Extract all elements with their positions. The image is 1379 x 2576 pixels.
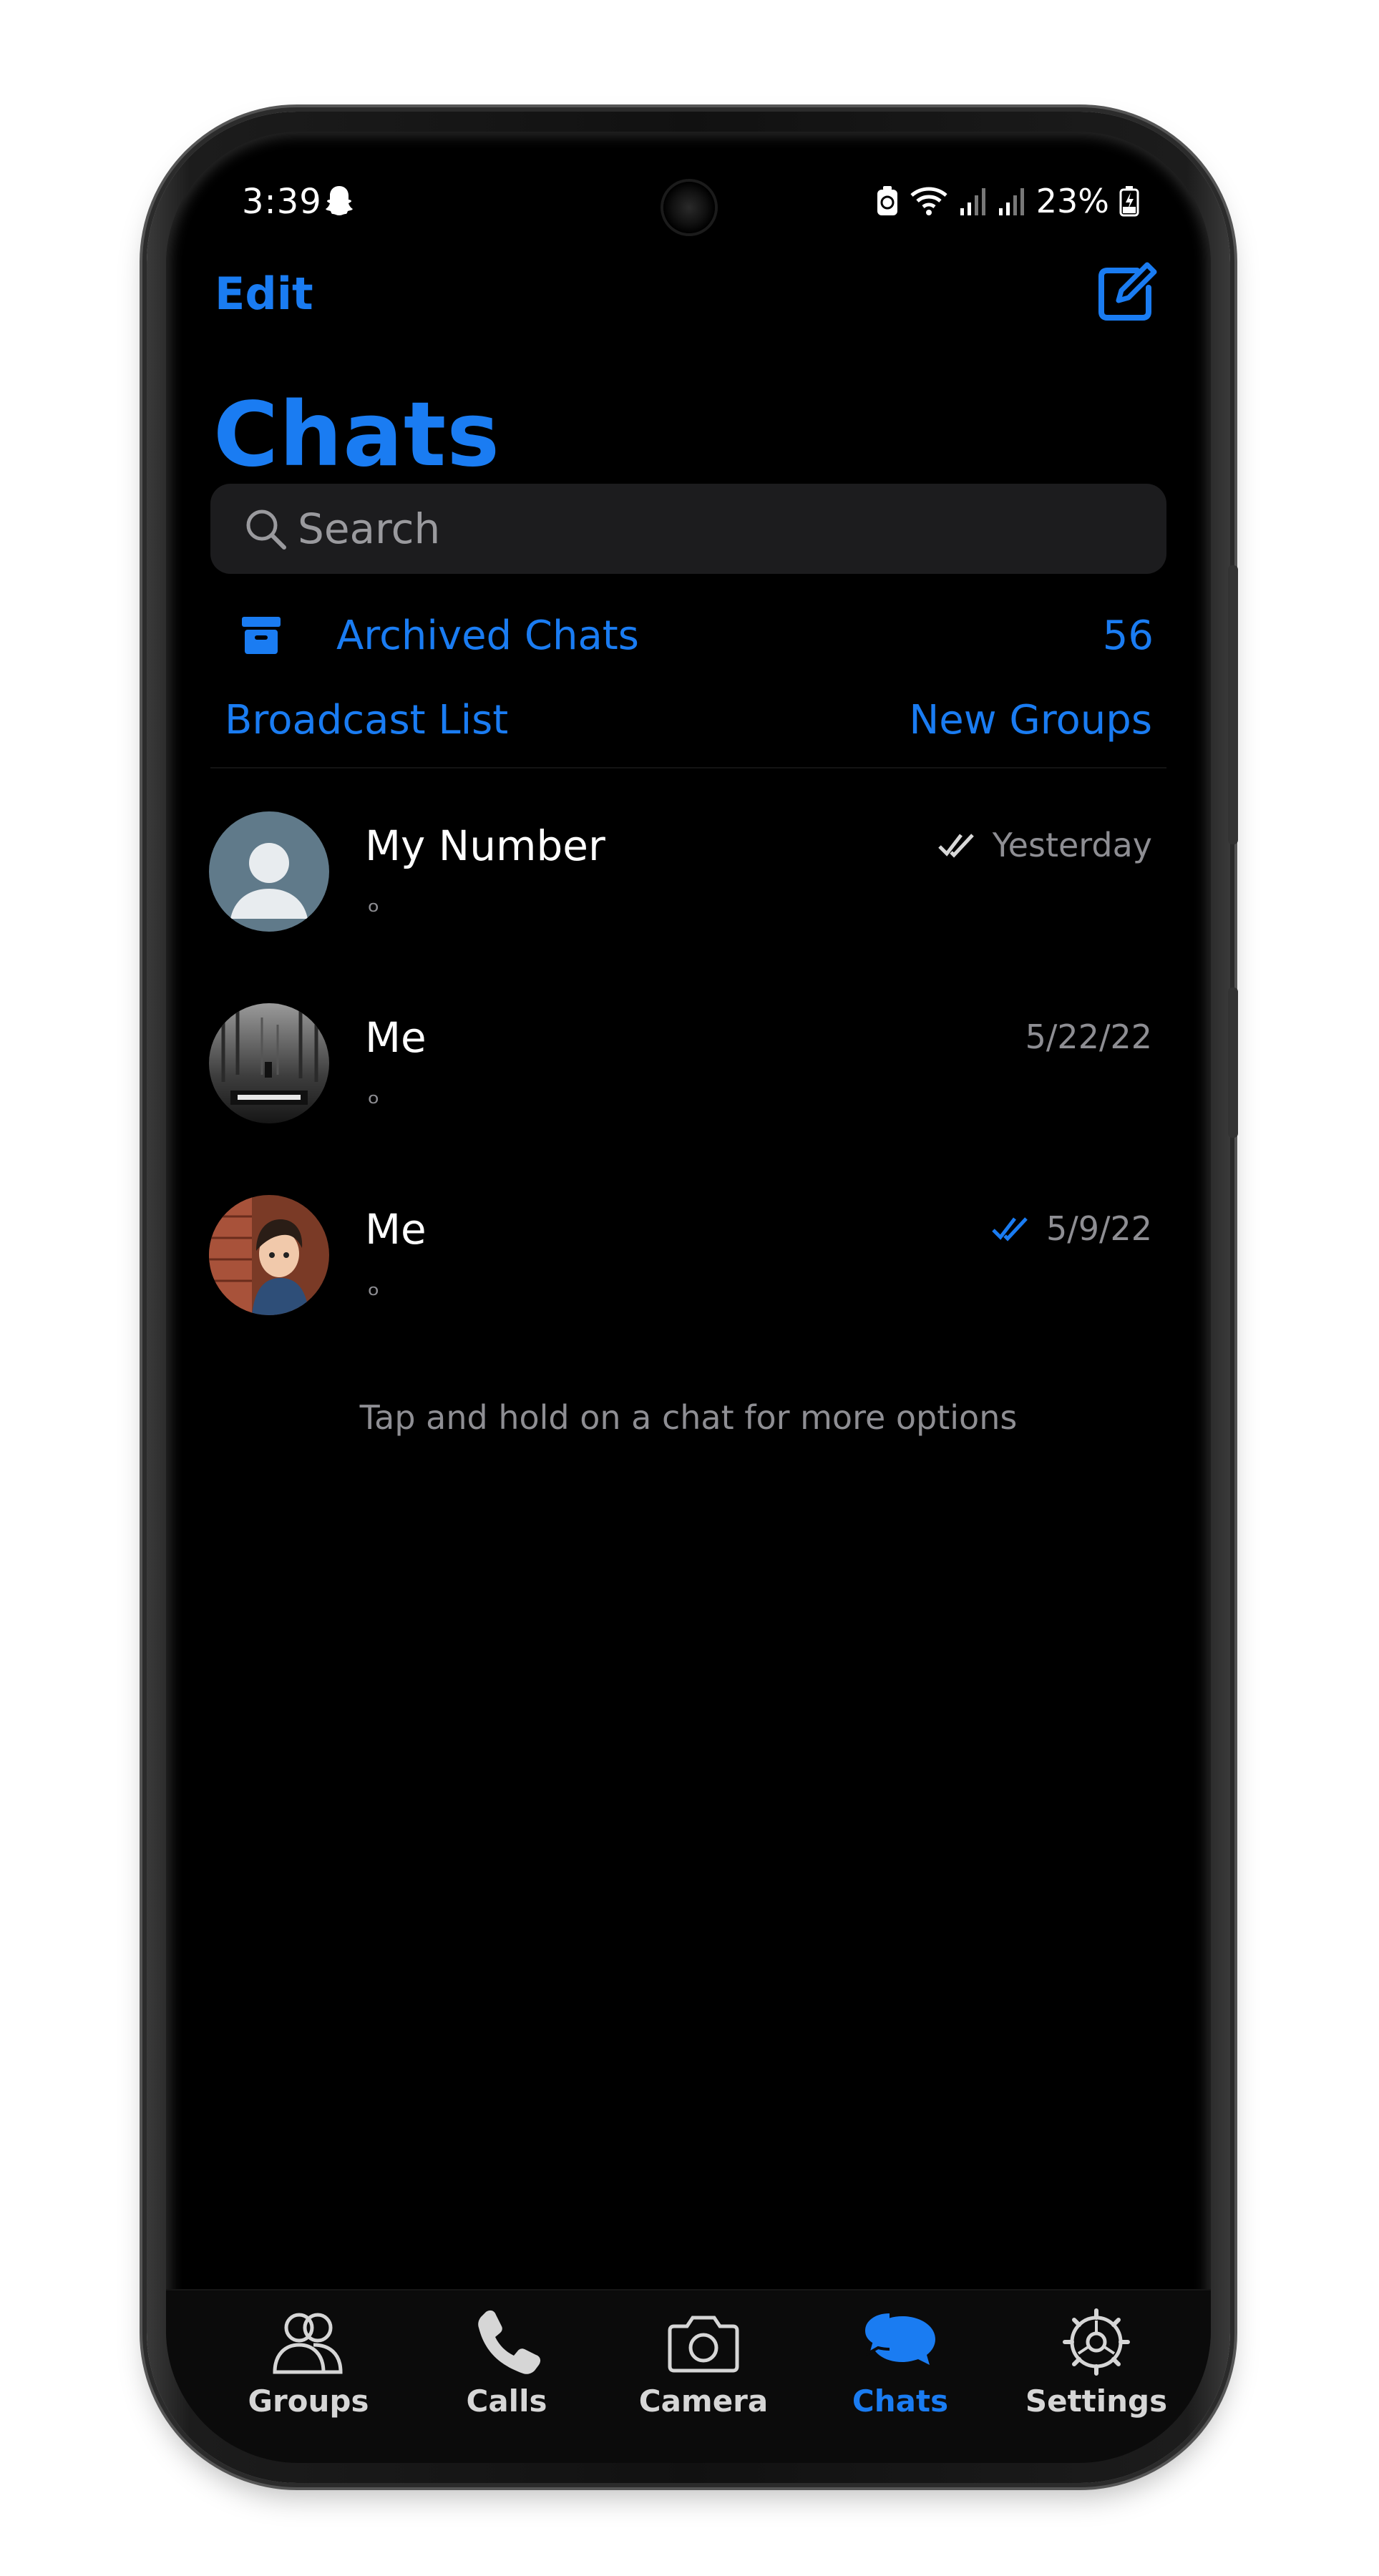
chat-name: My Number	[365, 821, 605, 870]
battery-saver-icon	[877, 186, 897, 215]
chat-name: Me	[365, 1013, 427, 1062]
double-check-icon	[937, 834, 974, 858]
battery-percent: 23%	[1036, 182, 1109, 220]
edit-button[interactable]: Edit	[215, 268, 313, 320]
wifi-icon	[910, 187, 947, 215]
signal-icon	[998, 188, 1024, 215]
chat-meta: 5/9/22	[992, 1209, 1152, 1248]
chat-time: 5/22/22	[1025, 1018, 1152, 1056]
archived-chats-row[interactable]: Archived Chats 56	[166, 597, 1211, 683]
chat-row[interactable]: Me ₒ 5/22/22	[166, 1003, 1211, 1195]
search-input[interactable]	[298, 504, 1121, 553]
chat-list: My Number ₒ Yesterday Me ₒ 5/22/22 Me ₒ …	[166, 811, 1211, 1387]
tab-label: Camera	[638, 2384, 769, 2419]
divider	[210, 767, 1166, 769]
chat-preview: ₒ	[368, 1078, 380, 1111]
search-icon	[246, 509, 286, 550]
dont-wait-photo	[209, 1003, 329, 1123]
battery-charging-icon	[1119, 186, 1139, 217]
hint-text: Tap and hold on a chat for more options	[359, 1398, 1018, 1437]
new-groups-link[interactable]: New Groups	[909, 697, 1152, 743]
archived-chats-label: Archived Chats	[336, 613, 639, 659]
tab-chats[interactable]: Chats	[814, 2306, 986, 2449]
camera-icon	[668, 2316, 739, 2373]
tab-label: Chats	[852, 2384, 949, 2419]
tab-groups[interactable]: Groups	[223, 2306, 394, 2449]
groups-icon	[273, 2313, 343, 2374]
device-mockup: 3:39 23% Edit Chats Search Archived Chat…	[0, 0, 1379, 2576]
compose-icon[interactable]	[1096, 262, 1157, 323]
tab-label: Settings	[1025, 2384, 1168, 2419]
broadcast-list-link[interactable]: Broadcast List	[225, 697, 508, 743]
archived-chats-count: 56	[1102, 613, 1154, 659]
archive-icon	[242, 617, 281, 654]
chat-preview: ₒ	[368, 886, 380, 919]
tab-camera[interactable]: Camera	[618, 2306, 789, 2449]
search-bar[interactable]	[210, 484, 1166, 574]
tab-bar: Groups Calls Camera Chats Settings	[166, 2289, 1211, 2463]
status-bar: 3:39 23%	[166, 182, 1211, 246]
phone-screen: 3:39 23% Edit Chats Search Archived Chat…	[166, 132, 1211, 2463]
phone-icon	[478, 2310, 541, 2374]
front-camera	[663, 182, 715, 233]
status-icons: 23%	[876, 182, 1139, 220]
gear-icon	[1063, 2308, 1130, 2376]
quick-links: Broadcast List New Groups	[166, 697, 1211, 761]
chat-name: Me	[365, 1205, 427, 1254]
chat-row[interactable]: Me ₒ 5/9/22	[166, 1195, 1211, 1387]
double-check-icon	[992, 1217, 1028, 1241]
chat-time: Yesterday	[992, 826, 1152, 864]
signal-icon	[960, 188, 985, 215]
power-button	[1228, 987, 1238, 1138]
chat-meta: Yesterday	[937, 826, 1152, 864]
chat-meta: 5/22/22	[1025, 1018, 1152, 1056]
tab-calls[interactable]: Calls	[421, 2306, 593, 2449]
cartoon-boy-photo	[209, 1195, 329, 1315]
chat-row[interactable]: My Number ₒ Yesterday	[166, 811, 1211, 1003]
default-avatar	[209, 811, 329, 932]
snapchat-ghost-icon	[325, 185, 354, 224]
chat-time: 5/9/22	[1046, 1209, 1152, 1248]
tab-settings[interactable]: Settings	[1010, 2306, 1182, 2449]
volume-button	[1228, 565, 1238, 844]
page-title: Chats	[213, 384, 501, 487]
chat-bubbles-icon	[862, 2311, 935, 2365]
status-time: 3:39	[242, 182, 322, 222]
chat-preview: ₒ	[368, 1269, 380, 1302]
tab-label: Groups	[248, 2384, 369, 2419]
tab-label: Calls	[466, 2384, 547, 2419]
